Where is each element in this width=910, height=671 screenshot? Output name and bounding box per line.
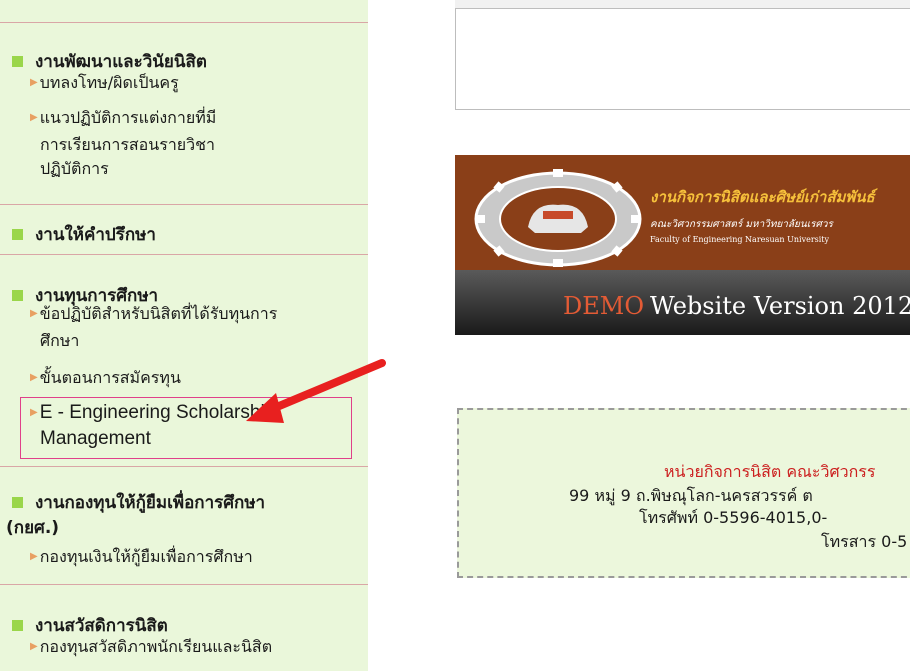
- top-strip: [455, 0, 910, 8]
- contact-fax: โทรสาร 0-5: [821, 532, 908, 551]
- version-label: Website Version 2012: [650, 292, 910, 320]
- bullet-square-icon: [12, 56, 23, 67]
- bullet-square-icon: [12, 290, 23, 301]
- sidebar-link-apply-steps[interactable]: ▶ ขั้นตอนการสมัครทุน: [30, 366, 181, 393]
- divider: [0, 254, 368, 255]
- arrow-bullet-icon: ▶: [30, 551, 38, 562]
- bullet-square-icon: [12, 620, 23, 631]
- arrow-bullet-icon: ▶: [30, 77, 38, 88]
- faculty-emblem-icon: [474, 169, 642, 267]
- sidebar-link-scholarship-rules[interactable]: ▶ ข้อปฏิบัติสำหรับนิสิตที่ได้รับทุนการ ศึ…: [30, 302, 277, 353]
- banner-faculty-th: คณะวิศวกรรมศาสตร์ มหาวิทยาลัยนเรศวร: [650, 219, 833, 230]
- divider: [0, 466, 368, 467]
- red-arrow-icon: [246, 359, 386, 423]
- arrow-bullet-icon: ▶: [30, 407, 38, 418]
- banner-title: งานกิจการนิสิตและศิษย์เก่าสัมพันธ์: [650, 188, 875, 206]
- banner-faculty-en: Faculty of Engineering Naresuan Universi…: [650, 235, 830, 244]
- arrow-bullet-icon: ▶: [30, 112, 38, 123]
- sidebar-section-student-loan-line2: (กยศ.): [6, 518, 60, 538]
- banner-version-label: DEMO Website Version 2012: [563, 292, 910, 320]
- divider: [0, 204, 368, 205]
- demo-label: DEMO: [563, 292, 645, 320]
- sidebar-link-welfare-fund[interactable]: ▶ กองทุนสวัสดิภาพนักเรียนและนิสิต: [30, 635, 272, 662]
- sidebar-section-counseling[interactable]: งานให้คำปรึกษา: [12, 221, 156, 248]
- sidebar-menu: งานพัฒนาและวินัยนิสิต ▶ บทลงโทษ/ผิดเป็นคร…: [0, 0, 368, 671]
- divider: [0, 22, 368, 23]
- arrow-bullet-icon: ▶: [30, 641, 38, 652]
- contact-box: หน่วยกิจการนิสิต คณะวิศวกรร 99 หมู่ 9 ถ.…: [457, 408, 910, 578]
- sidebar-link-loan-fund[interactable]: ▶ กองทุนเงินให้กู้ยืมเพื่อการศึกษา: [30, 545, 253, 572]
- content-box: [455, 8, 910, 110]
- arrow-bullet-icon: ▶: [30, 308, 38, 319]
- bullet-square-icon: [12, 229, 23, 240]
- bullet-square-icon: [12, 497, 23, 508]
- sidebar-link-penalty[interactable]: ▶ บทลงโทษ/ผิดเป็นครู: [30, 71, 179, 98]
- divider: [0, 584, 368, 585]
- contact-unit: หน่วยกิจการนิสิต คณะวิศวกรร: [664, 462, 876, 481]
- arrow-bullet-icon: ▶: [30, 372, 38, 383]
- sidebar-link-dress-code[interactable]: ▶ แนวปฏิบัติการแต่งกายที่มี การเรียนการสอ…: [30, 106, 216, 181]
- sidebar-section-student-loan[interactable]: งานกองทุนให้กู้ยืมเพื่อการศึกษา: [12, 489, 265, 516]
- site-banner: งานกิจการนิสิตและศิษย์เก่าสัมพันธ์ คณะวิ…: [455, 155, 910, 335]
- sidebar-link-e-engineering-scholarship[interactable]: ▶ E - Engineering Scholarship Management: [30, 401, 275, 450]
- contact-phone: โทรศัพท์ 0-5596-4015,0-: [639, 508, 828, 527]
